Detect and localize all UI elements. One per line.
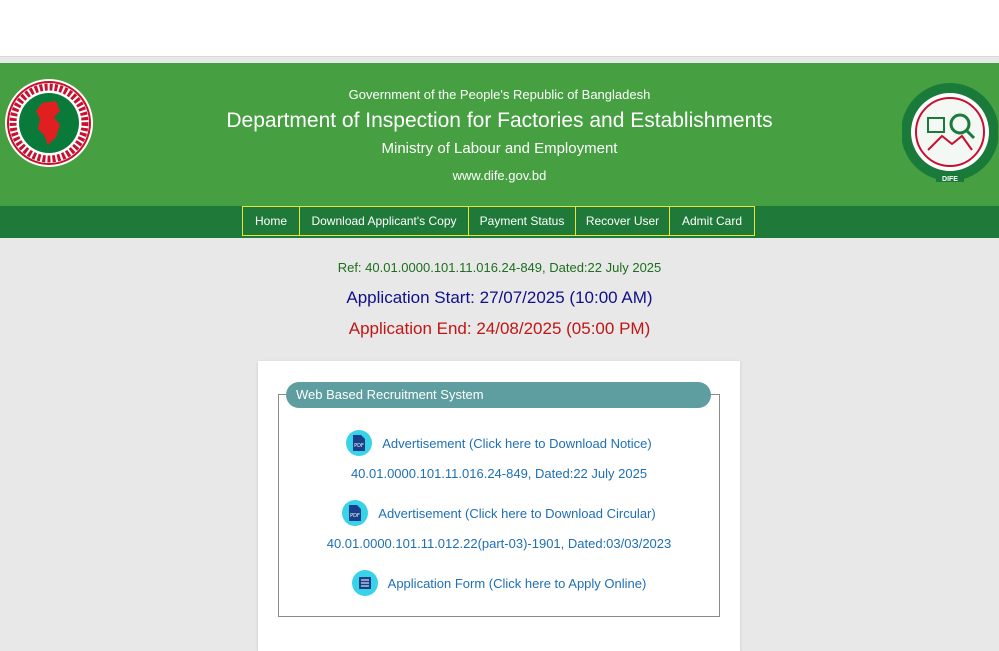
svg-text:PDF: PDF (350, 513, 360, 519)
nav-recover-user[interactable]: Recover User (575, 206, 670, 236)
link-apply-online[interactable]: Application Form (Click here to Apply On… (278, 570, 720, 596)
notice-ref: Ref: 40.01.0000.101.11.016.24-849, Dated… (337, 260, 662, 275)
nav-download-applicants-copy[interactable]: Download Applicant's Copy (299, 206, 469, 236)
application-start: Application Start: 27/07/2025 (10:00 AM) (346, 288, 653, 307)
panel-title: Web Based Recruitment System (286, 382, 711, 408)
pdf-icon: PDF (342, 500, 369, 526)
header-ministry: Ministry of Labour and Employment (381, 140, 618, 157)
pdf-icon: PDF (346, 430, 373, 456)
notice-memo: 40.01.0000.101.11.016.24-849, Dated:22 J… (350, 466, 648, 481)
nav-home[interactable]: Home (242, 206, 300, 236)
nav-payment-status[interactable]: Payment Status (468, 206, 576, 236)
link-download-circular-label[interactable]: Advertisement (Click here to Download Ci… (378, 506, 655, 521)
nav-admit-card[interactable]: Admit Card (669, 206, 755, 236)
link-apply-online-label[interactable]: Application Form (Click here to Apply On… (388, 576, 647, 591)
header-website[interactable]: www.dife.gov.bd (0, 168, 999, 183)
form-icon (351, 570, 378, 596)
link-download-notice[interactable]: PDF Advertisement (Click here to Downloa… (278, 430, 720, 456)
header-dept-name: Department of Inspection for Factories a… (226, 109, 773, 132)
link-download-notice-label[interactable]: Advertisement (Click here to Download No… (382, 436, 652, 451)
main-nav: Home Download Applicant's Copy Payment S… (242, 206, 755, 238)
browser-top-bar (0, 0, 999, 57)
circular-memo: 40.01.0000.101.11.012.22(part-03)-1901, … (326, 536, 672, 551)
link-download-circular[interactable]: PDF Advertisement (Click here to Downloa… (278, 500, 720, 526)
header-gov-line: Government of the People's Republic of B… (348, 87, 651, 102)
application-end: Application End: 24/08/2025 (05:00 PM) (348, 319, 651, 338)
svg-text:PDF: PDF (354, 443, 364, 449)
site-header (0, 63, 999, 206)
